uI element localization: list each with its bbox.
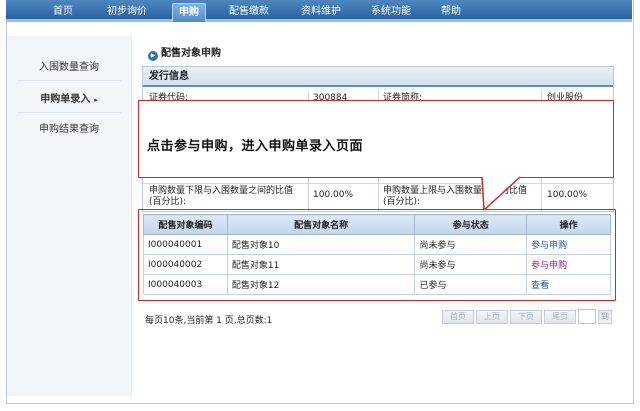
table-header-row: 配售对象编码 配售对象名称 参与状态 操作 <box>143 214 611 235</box>
page-title: ▶ 配售对象申购 <box>148 44 221 61</box>
cell-code: I000040001 <box>143 234 228 255</box>
callout-pointer <box>481 176 521 210</box>
chevron-right-icon: ▸ <box>94 96 98 104</box>
next-page-button[interactable]: 下页 <box>510 310 542 324</box>
column-header-action: 操作 <box>526 214 611 235</box>
cell-status: 尚未参与 <box>414 234 528 255</box>
cell-code: I000040003 <box>143 274 228 295</box>
view-link[interactable]: 查看 <box>526 274 611 295</box>
pagination-summary: 每页10条,当前第 1 页,总页数:1 <box>145 316 273 326</box>
cell-status: 尚未参与 <box>414 254 528 275</box>
column-header-code: 配售对象编码 <box>143 214 228 235</box>
lower-ratio-value: 100.00% <box>313 190 354 200</box>
last-page-button[interactable]: 尾页 <box>544 310 576 324</box>
placement-table-highlight: 配售对象编码 配售对象名称 参与状态 操作 I000040001 配售对象10 … <box>138 209 616 301</box>
annotation-callout: 点击参与申购，进入申购单录入页面 <box>138 100 614 178</box>
column-header-name: 配售对象名称 <box>226 214 416 235</box>
page-number-input[interactable] <box>578 309 596 324</box>
upper-ratio-value: 100.00% <box>547 190 588 200</box>
table-row: I000040001 配售对象10 尚未参与 参与申购 <box>143 234 611 255</box>
nav-system-functions[interactable]: 系统功能 <box>366 4 416 20</box>
cell-status: 已参与 <box>414 274 528 295</box>
nav-allotment-payment[interactable]: 配售缴款 <box>224 4 274 20</box>
table-row: I000040003 配售对象12 已参与 查看 <box>143 274 611 295</box>
placement-table: 配售对象编码 配售对象名称 参与状态 操作 I000040001 配售对象10 … <box>143 214 611 295</box>
sidebar-item-subscription-entry[interactable]: 申购单录入 ▸ <box>7 90 131 105</box>
sidebar-item-shortlist-query[interactable]: 入围数量查询 <box>7 58 131 73</box>
sidebar-divider <box>17 112 121 113</box>
nav-data-maintenance[interactable]: 资料维护 <box>296 4 346 20</box>
nav-help[interactable]: 帮助 <box>436 4 466 20</box>
cell-name: 配售对象12 <box>226 274 416 295</box>
first-page-button[interactable]: 首页 <box>442 310 474 324</box>
sidebar: 入围数量查询 申购单录入 ▸ 申购结果查询 <box>7 36 132 396</box>
participate-subscription-link[interactable]: 参与申购 <box>526 254 611 275</box>
page-title-text: 配售对象申购 <box>161 48 221 59</box>
section-title: 发行信息 <box>143 67 613 87</box>
sidebar-item-result-query[interactable]: 申购结果查询 <box>7 120 131 135</box>
annotation-text: 点击参与申购，进入申购单录入页面 <box>147 139 364 154</box>
cell-name: 配售对象11 <box>226 254 416 275</box>
lower-ratio-label: 申购数量下限与入围数量之间的比值(百分比): <box>149 186 294 207</box>
sidebar-divider <box>17 80 121 81</box>
top-navigation: 首页 初步询价 申购 配售缴款 资料维护 系统功能 帮助 <box>6 0 632 22</box>
go-to-page-button[interactable]: 到 <box>598 310 612 324</box>
sidebar-item-label: 申购单录入 <box>40 94 91 105</box>
table-row: I000040002 配售对象11 尚未参与 参与申购 <box>143 254 611 275</box>
nav-subscription[interactable]: 申购 <box>172 3 206 22</box>
column-header-status: 参与状态 <box>414 214 528 235</box>
nav-preliminary-inquiry[interactable]: 初步询价 <box>102 4 152 20</box>
cell-name: 配售对象10 <box>226 234 416 255</box>
prev-page-button[interactable]: 上页 <box>476 310 508 324</box>
arrow-circle-icon: ▶ <box>148 51 158 61</box>
cell-code: I000040002 <box>143 254 228 275</box>
nav-home[interactable]: 首页 <box>48 4 78 20</box>
participate-subscription-link[interactable]: 参与申购 <box>526 234 611 255</box>
